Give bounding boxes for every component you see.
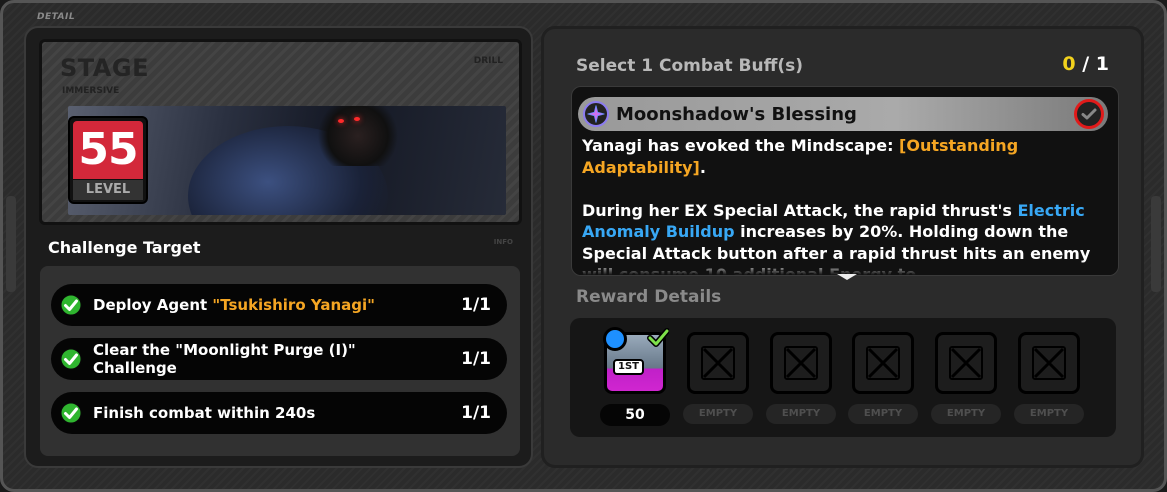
buff-card[interactable]: Moonshadow's Blessing Yanagi has evoked … — [571, 86, 1119, 276]
check-circle-icon — [60, 348, 82, 370]
empty-slot-label: EMPTY — [1014, 404, 1084, 424]
stopwatch-icon — [603, 327, 627, 351]
reward-slot[interactable]: 1ST 50 — [600, 327, 670, 426]
reward-slot-empty: EMPTY — [766, 332, 836, 424]
empty-slot-label: EMPTY — [683, 404, 753, 424]
challenge-target-row: Finish combat within 240s 1/1 — [51, 392, 507, 434]
stage-subtitle: IMMERSIVE — [62, 86, 120, 96]
challenge-target-text: Finish combat within 240s — [93, 404, 316, 422]
stage-mode: DRILL — [473, 56, 503, 66]
stage-title: STAGE — [60, 54, 149, 82]
challenge-target-count: 1/1 — [461, 349, 491, 369]
reward-list: 1ST 50 EMPTY EMPTY EMPTY EMPTY EMPTY — [570, 318, 1116, 437]
reward-slot-empty: EMPTY — [848, 332, 918, 424]
reward-slot-empty: EMPTY — [931, 332, 1001, 424]
buff-description: Yanagi has evoked the Mindscape: [Outsta… — [582, 136, 1091, 275]
check-circle-icon — [60, 294, 82, 316]
challenge-target-count: 1/1 — [461, 295, 491, 315]
buff-select-header: Select 1 Combat Buff(s) — [576, 56, 804, 76]
frame-tag: DETAIL — [37, 12, 76, 22]
empty-x-icon — [701, 346, 735, 380]
reward-quantity: 50 — [600, 404, 670, 426]
empty-slot-label: EMPTY — [766, 404, 836, 424]
empty-x-icon — [866, 346, 900, 380]
challenge-target-row: Deploy Agent "Tsukishiro Yanagi" 1/1 — [51, 284, 507, 326]
buff-selection-count: 0 / 1 — [1062, 53, 1109, 75]
stage-panel: STAGE IMMERSIVE DRILL 55 LEVEL Challenge… — [24, 26, 533, 468]
stage-card: STAGE IMMERSIVE DRILL 55 LEVEL — [39, 39, 522, 225]
level-label: LEVEL — [73, 180, 143, 200]
reward-slot-empty: EMPTY — [1014, 332, 1084, 424]
scroll-down-icon[interactable] — [837, 274, 857, 280]
challenge-target-title: Challenge Target — [48, 238, 201, 257]
empty-x-icon — [949, 346, 983, 380]
buff-option[interactable]: Moonshadow's Blessing — [578, 97, 1108, 131]
challenge-target-count: 1/1 — [461, 403, 491, 423]
level-badge: 55 LEVEL — [68, 116, 148, 204]
challenge-target-row: Clear the "Moonlight Purge (I)" Challeng… — [51, 338, 507, 380]
reward-details-title: Reward Details — [576, 287, 722, 307]
challenge-target-list: Deploy Agent "Tsukishiro Yanagi" 1/1 Cle… — [40, 266, 520, 456]
obtained-check-icon — [647, 328, 669, 347]
level-number: 55 — [73, 121, 143, 179]
first-clear-tag: 1ST — [613, 359, 644, 375]
left-edge-nub — [6, 196, 16, 292]
empty-x-icon — [784, 346, 818, 380]
empty-slot-label: EMPTY — [931, 404, 1001, 424]
challenge-target-text: Deploy Agent "Tsukishiro Yanagi" — [93, 296, 375, 314]
buff-name: Moonshadow's Blessing — [616, 104, 857, 125]
reward-slot-empty: EMPTY — [683, 332, 753, 424]
buff-panel: Select 1 Combat Buff(s) 0 / 1 Moonshadow… — [541, 26, 1144, 468]
right-edge-nub — [1151, 196, 1161, 292]
empty-slot-label: EMPTY — [848, 404, 918, 424]
challenge-target-text: Clear the "Moonlight Purge (I)" Challeng… — [93, 341, 356, 377]
info-tag: INFO — [493, 238, 513, 246]
polychrome-icon: 1ST — [603, 327, 669, 394]
select-check-icon[interactable] — [1074, 99, 1104, 129]
empty-x-icon — [1032, 346, 1066, 380]
check-circle-icon — [60, 402, 82, 424]
star-compass-icon — [583, 101, 609, 127]
